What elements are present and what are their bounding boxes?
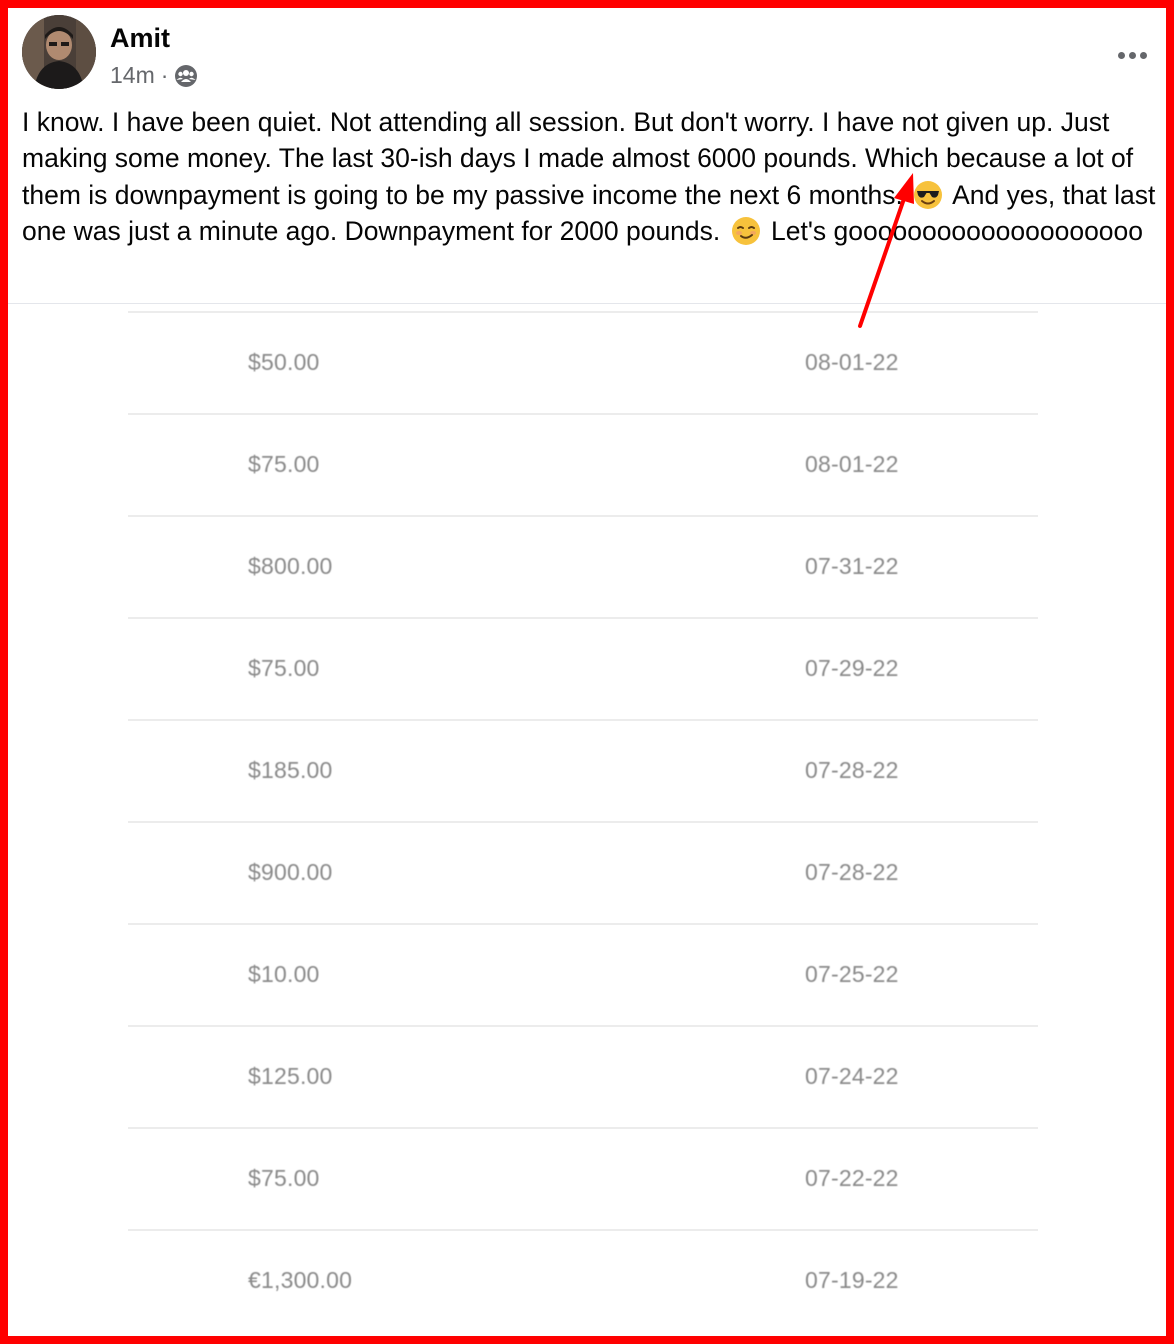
payment-date: 07-24-22 (805, 1063, 899, 1089)
payment-amount: $125.00 (248, 1063, 333, 1089)
payment-date: 08-01-22 (805, 349, 899, 375)
payment-date: 07-19-22 (805, 1267, 899, 1293)
payment-date: 07-31-22 (805, 553, 899, 579)
more-dot (1128, 51, 1136, 59)
payment-date: 07-28-22 (805, 859, 899, 885)
post-body: I know. I have been quiet. Not attending… (22, 104, 1162, 250)
avatar-photo (22, 15, 96, 89)
more-dot (1139, 51, 1147, 59)
avatar[interactable] (22, 15, 96, 89)
list-item: $75.00 07-29-22 (128, 619, 1038, 721)
payment-date: 07-28-22 (805, 757, 899, 783)
payment-date: 08-01-22 (805, 451, 899, 477)
post-meta: 14m · (110, 62, 198, 89)
list-item: $900.00 07-28-22 (128, 823, 1038, 925)
payment-amount: €1,300.00 (248, 1267, 353, 1293)
list-item: $50.00 08-01-22 (128, 313, 1038, 415)
smirking-face-icon (731, 216, 761, 246)
list-item: $125.00 07-24-22 (128, 1027, 1038, 1129)
payment-amount: $10.00 (248, 961, 320, 987)
list-item: €1,300.00 07-19-22 (128, 1231, 1038, 1333)
annotated-screenshot-frame: Amit 14m · I know. I have been quiet. No… (0, 0, 1174, 1344)
post-timestamp[interactable]: 14m (110, 62, 155, 89)
payment-amount: $800.00 (248, 553, 333, 579)
list-item: $75.00 08-01-22 (128, 415, 1038, 517)
post-text-part-3: Let's goooooooooooooooooooo (771, 216, 1144, 247)
payment-date: 07-29-22 (805, 655, 899, 681)
payment-amount: $185.00 (248, 757, 333, 783)
list-item: $185.00 07-28-22 (128, 721, 1038, 823)
group-audience-icon[interactable] (174, 64, 198, 88)
payment-amount: $50.00 (248, 349, 320, 375)
list-item: $800.00 07-31-22 (128, 517, 1038, 619)
list-item: $75.00 07-22-22 (128, 1129, 1038, 1231)
post-header: Amit 14m · (22, 13, 1162, 93)
more-dot (1117, 51, 1125, 59)
payment-date: 07-25-22 (805, 961, 899, 987)
payment-date: 07-22-22 (805, 1165, 899, 1191)
smiling-face-with-sunglasses-icon (913, 180, 943, 210)
payment-amount: $75.00 (248, 451, 320, 477)
post-divider (8, 303, 1166, 304)
author-name[interactable]: Amit (110, 23, 170, 54)
payment-amount: $75.00 (248, 1165, 320, 1191)
payment-amount: $900.00 (248, 859, 333, 885)
more-options-icon[interactable] (1102, 35, 1162, 75)
list-item: $10.00 07-25-22 (128, 925, 1038, 1027)
meta-separator: · (160, 62, 169, 88)
payments-list: $50.00 08-01-22 $75.00 08-01-22 $800.00 … (128, 311, 1038, 1336)
payment-amount: $75.00 (248, 655, 320, 681)
